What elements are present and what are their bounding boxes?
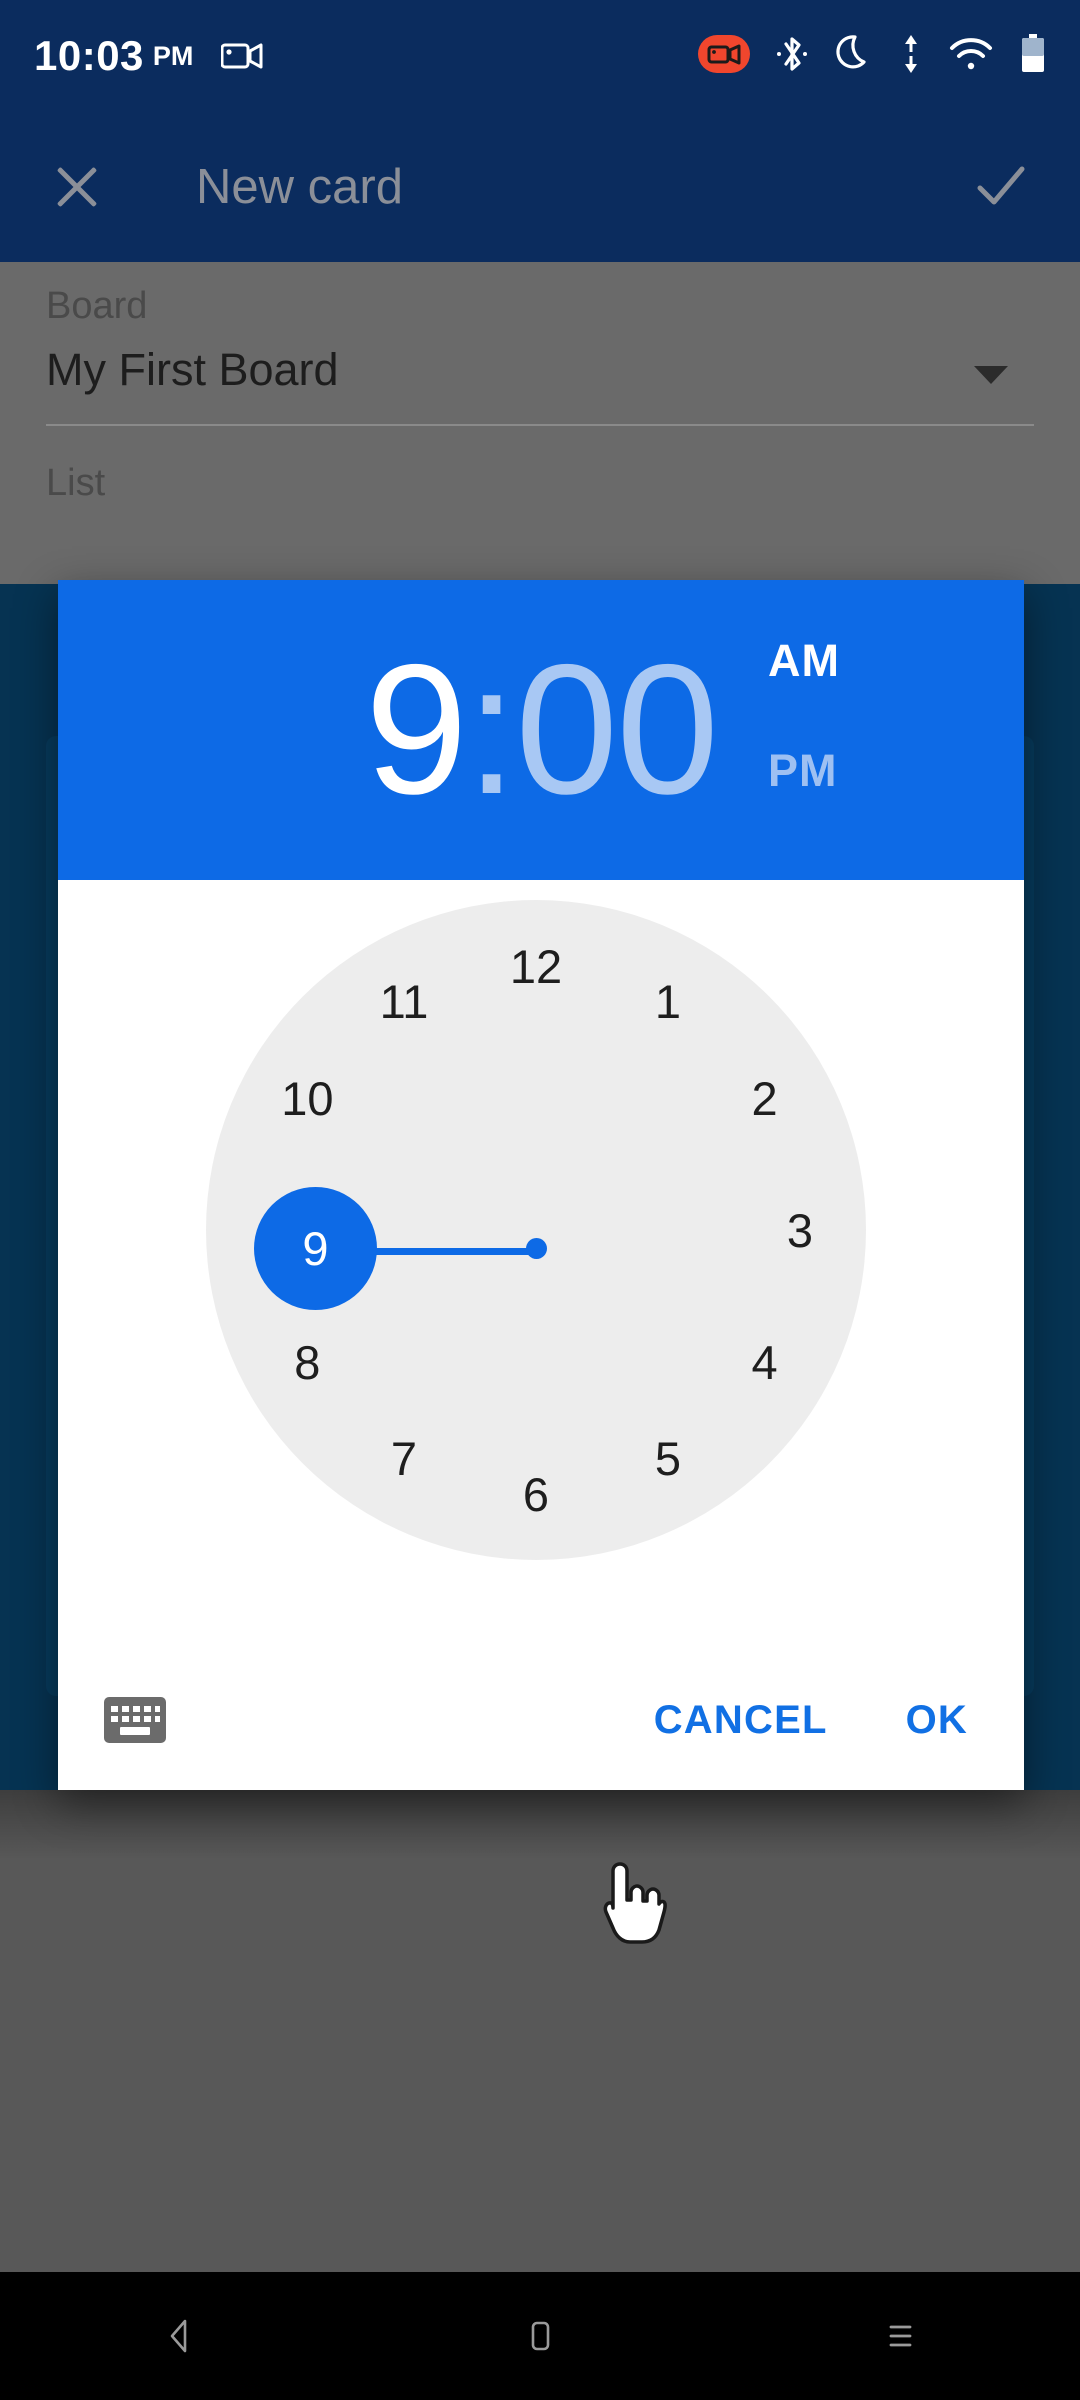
page-title: New card (196, 160, 403, 214)
time-picker-dialog: 9 : 00 AM PM 9 12 12 3 45678 9 1011 (58, 580, 1024, 1944)
clock-number-8[interactable]: 8 (264, 1319, 350, 1405)
am-option[interactable]: AM (768, 635, 840, 687)
status-clock-time: 10:03 (34, 32, 144, 79)
hour-value[interactable]: 9 (365, 637, 468, 823)
cancel-button[interactable]: CANCEL (654, 1698, 828, 1743)
list-field-label: List (46, 462, 106, 504)
phone-screen: Board My First Board List 10:03 PM New c… (0, 0, 1080, 2400)
dialog-scrim-bottom (0, 1790, 1080, 2280)
clock-number-2[interactable]: 2 (722, 1055, 808, 1141)
keyboard-icon[interactable] (104, 1697, 166, 1743)
recents-icon[interactable] (840, 2301, 960, 2371)
back-icon[interactable] (120, 2301, 240, 2371)
do-not-disturb-moon-icon (834, 33, 874, 80)
bluetooth-icon (776, 34, 808, 79)
minute-value[interactable]: 00 (515, 637, 719, 823)
close-icon[interactable] (50, 160, 104, 214)
battery-icon (1020, 33, 1046, 79)
status-bar: 10:03 PM (0, 0, 1080, 112)
navigation-bar (0, 2272, 1080, 2400)
new-card-form: Board My First Board List (0, 262, 1080, 584)
chevron-down-icon[interactable] (974, 366, 1008, 384)
screen-record-icon (220, 41, 263, 71)
clock-number-1[interactable]: 1 (625, 958, 711, 1044)
selected-hour-knob[interactable]: 9 (254, 1187, 377, 1310)
status-clock-ampm: PM (152, 40, 194, 71)
clock-number-4[interactable]: 4 (722, 1319, 808, 1405)
clock-number-5[interactable]: 5 (625, 1416, 711, 1502)
meridiem-toggle: AM PM (758, 635, 958, 830)
pointing-hand-cursor (598, 1860, 668, 1946)
ok-button[interactable]: OK (906, 1698, 968, 1743)
time-picker-header: 9 : 00 AM PM (58, 580, 1024, 880)
home-icon[interactable] (480, 2301, 600, 2371)
clock-number-3[interactable]: 3 (757, 1187, 843, 1273)
data-transfer-icon (900, 33, 922, 80)
clock-face-container[interactable]: 9 121234567891011 (58, 880, 1024, 1944)
board-field-value[interactable]: My First Board (46, 344, 339, 396)
board-field-underline (46, 424, 1034, 426)
dialog-drop-shadow (0, 1790, 1080, 1860)
time-separator: : (465, 626, 517, 833)
app-bar: New card (0, 112, 1080, 262)
check-icon[interactable] (970, 157, 1030, 217)
screen-record-badge-icon (698, 34, 750, 78)
wifi-icon (948, 36, 994, 77)
clock-number-7[interactable]: 7 (361, 1416, 447, 1502)
pm-option[interactable]: PM (768, 745, 838, 797)
clock-number-12[interactable]: 12 (493, 923, 579, 1009)
clock-number-10[interactable]: 10 (264, 1055, 350, 1141)
clock-center-dot (526, 1238, 547, 1259)
board-field-label: Board (46, 285, 148, 327)
clock-number-11[interactable]: 11 (361, 958, 447, 1044)
dialog-actions: CANCEL OK (58, 1650, 1024, 1790)
clock-number-6[interactable]: 6 (493, 1451, 579, 1537)
